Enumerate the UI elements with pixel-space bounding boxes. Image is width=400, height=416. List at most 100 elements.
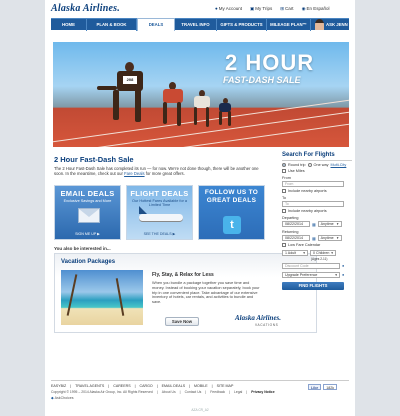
my-account-label: My Account xyxy=(218,6,242,11)
chevron-down-icon: ▾ xyxy=(335,273,337,277)
my-trips-label: My Trips xyxy=(255,6,273,11)
vacation-packages-panel: Vacation Packages Fly, Stay, & Relax for… xyxy=(54,253,317,333)
contact-us-link[interactable]: Contact Us xyxy=(185,390,202,394)
adults-select[interactable]: 1 Adult ▾ xyxy=(282,250,308,256)
footer-link-cargo[interactable]: CARGO xyxy=(140,384,153,388)
askchoices-link[interactable]: AskChoices xyxy=(55,396,74,400)
page: Alaska Airlines. ●My Account ▣My Trips ⊞… xyxy=(45,0,355,416)
children-select[interactable]: 0 Children ▾ xyxy=(310,250,336,256)
upgrade-preference-select[interactable]: Upgrade Preference ▾ xyxy=(282,272,340,278)
email-deals-promo[interactable]: EMAIL DEALS Exclusive Savings and More S… xyxy=(54,185,121,240)
privacy-notice-link[interactable]: Privacy Notice xyxy=(251,390,274,394)
legal-link[interactable]: Legal xyxy=(234,390,242,394)
one-way-radio[interactable] xyxy=(307,163,312,167)
returning-date-input[interactable]: 08/22/2014 xyxy=(282,235,310,241)
interested-heading: You also be interested in... xyxy=(54,246,111,251)
find-flights-button[interactable]: FIND FLIGHTS xyxy=(282,282,344,290)
tab-plan-book[interactable]: PLAN & BOOK xyxy=(87,19,137,31)
top-links: ●My Account ▣My Trips ⊞Cart ◉En Español xyxy=(215,6,330,12)
calendar-icon[interactable]: ▦ xyxy=(312,236,316,241)
tab-travel-info[interactable]: TRAVEL INFO xyxy=(175,19,217,31)
ask-jenn-avatar[interactable] xyxy=(315,19,324,30)
feedback-link[interactable]: Feedback xyxy=(210,390,225,394)
airplane-icon xyxy=(139,206,183,221)
nearby-to-row: Include nearby airports xyxy=(282,209,352,213)
departing-label: Departing xyxy=(282,216,299,220)
page-stamp: AZA CR_A2 xyxy=(191,408,209,412)
low-fare-label: Low Fare Calendar xyxy=(288,243,321,247)
nearby-from-row: Include nearby airports xyxy=(282,189,352,193)
vacations-logo[interactable]: Alaska Airlines. xyxy=(235,314,281,322)
chevron-down-icon: ▾ xyxy=(331,251,333,255)
footer-link-travel-agents[interactable]: TRAVEL AGENTS xyxy=(75,384,104,388)
facebook-like-button[interactable]: Like xyxy=(308,384,322,390)
footer-link-mobile[interactable]: MOBILE xyxy=(194,384,208,388)
nearby-from-checkbox[interactable] xyxy=(282,189,286,193)
espanol-label: En Español xyxy=(306,6,330,11)
espanol-link[interactable]: ◉En Español xyxy=(302,6,330,12)
round-trip-radio[interactable] xyxy=(282,163,286,167)
discount-code-input[interactable]: Discount Code xyxy=(282,263,340,269)
fare-deals-link[interactable]: Fare Deals xyxy=(124,171,144,176)
main-nav: HOME PLAN & BOOK DEALS TRAVEL INFO GIFTS… xyxy=(51,18,349,31)
sale-text-2: for more great offers. xyxy=(145,171,185,176)
flight-search: Search For Flights Round trip One way Mu… xyxy=(282,152,352,290)
save-now-button[interactable]: Save Now xyxy=(165,317,199,326)
copyright-text: Copyright © 1995 – 2014 Alaska Air Group… xyxy=(51,390,153,394)
chevron-down-icon: ▾ xyxy=(336,236,339,240)
departing-row: 08/22/2014 ▦ Anytime ▾ xyxy=(282,221,352,227)
use-miles-checkbox[interactable] xyxy=(282,169,286,173)
tab-home[interactable]: HOME xyxy=(51,19,87,31)
cart-link[interactable]: ⊞Cart xyxy=(280,6,293,12)
nearby-from-label: Include nearby airports xyxy=(288,189,327,193)
about-us-link[interactable]: About Us xyxy=(162,390,176,394)
user-icon: ● xyxy=(215,6,218,11)
returning-row: 08/22/2014 ▦ Anytime ▾ xyxy=(282,235,352,241)
departing-date-input[interactable]: 08/22/2014 xyxy=(282,221,310,227)
facebook-like: Like 182k xyxy=(308,384,337,390)
multi-city-link[interactable]: Multi-City xyxy=(331,163,347,167)
use-miles-row: Use Miles xyxy=(282,169,352,173)
low-fare-row: Low Fare Calendar xyxy=(282,243,352,247)
round-trip-label: Round trip xyxy=(288,163,306,167)
children-note: (Ages 2-11) xyxy=(311,257,328,261)
passengers-row: 1 Adult ▾ 0 Children ▾ xyxy=(282,250,352,256)
my-trips-link[interactable]: ▣My Trips xyxy=(250,6,272,12)
see-the-deals-link[interactable]: SEE THE DEALS ▶ xyxy=(127,232,192,236)
globe-icon: ◉ xyxy=(301,6,306,11)
tab-mileage-plan[interactable]: MILEAGE PLAN™ xyxy=(267,19,311,31)
low-fare-checkbox[interactable] xyxy=(282,243,286,247)
from-input[interactable]: From xyxy=(282,181,344,187)
footer: EASYBIZ | TRAVEL AGENTS | CAREERS | CARGO | … xyxy=(51,380,349,400)
tab-gifts-products[interactable]: GIFTS & PRODUCTS xyxy=(217,19,267,31)
to-input[interactable]: To xyxy=(282,201,344,207)
footer-link-email-deals[interactable]: EMAIL DEALS xyxy=(162,384,185,388)
alaska-logo[interactable]: Alaska Airlines. xyxy=(51,3,120,14)
chevron-down-icon: ▾ xyxy=(303,251,305,255)
vacation-heading: Fly, Stay, & Relax for Less xyxy=(152,272,214,278)
footer-link-careers[interactable]: CAREERS xyxy=(113,384,130,388)
promo-subtitle: Our Hottest Fares Available for a Limite… xyxy=(131,199,187,207)
vacation-packages-title: Vacation Packages xyxy=(61,259,116,265)
nearby-to-checkbox[interactable] xyxy=(282,209,286,213)
hero-subhead: FAST-DASH SALE xyxy=(223,75,301,85)
one-way-label: One way xyxy=(313,163,329,167)
twitter-bird-icon: t xyxy=(223,216,241,234)
trips-icon: ▣ xyxy=(249,6,255,11)
my-account-link[interactable]: ●My Account xyxy=(215,6,242,12)
footer-link-easybiz[interactable]: EASYBIZ xyxy=(51,384,66,388)
returning-time-select[interactable]: Anytime ▾ xyxy=(317,235,342,241)
hero-headline: 2 HOUR xyxy=(225,50,315,75)
tab-deals[interactable]: DEALS xyxy=(137,18,175,31)
cart-label: Cart xyxy=(285,6,294,11)
hero-banner[interactable]: 2 HOUR FAST-DASH SALE 208 xyxy=(53,42,349,147)
ask-jenn-link[interactable]: ASK JENN xyxy=(326,19,348,30)
follow-us-promo[interactable]: FOLLOW US TO GREAT DEALS t xyxy=(198,185,265,240)
help-icon[interactable]: ● xyxy=(342,264,344,268)
departing-time-select[interactable]: Anytime ▾ xyxy=(317,221,342,227)
calendar-icon[interactable]: ▦ xyxy=(312,222,316,227)
footer-link-site-map[interactable]: SITE MAP xyxy=(217,384,234,388)
flight-deals-promo[interactable]: FLIGHT DEALS Our Hottest Fares Available… xyxy=(126,185,193,240)
help-icon[interactable]: ● xyxy=(342,273,344,277)
sign-me-up-link[interactable]: SIGN ME UP ▶ xyxy=(55,232,120,236)
